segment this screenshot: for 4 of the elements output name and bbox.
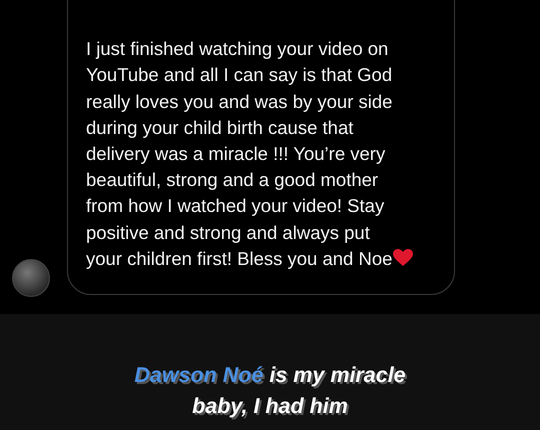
avatar — [12, 259, 50, 297]
heart-icon — [393, 248, 414, 267]
message-text: I just finished watching your video on YouTube and all I can say is that God really loves you and was by your side during your child birth cause that delivery was a miracle !!! You’re very beautiful, strong and a good mother from how I watched your video! Stay positive and strong and always put your children first! Bless you and Noe — [86, 36, 404, 272]
caption-text: Dawson Noé is my miracle baby, I had him — [133, 362, 407, 420]
